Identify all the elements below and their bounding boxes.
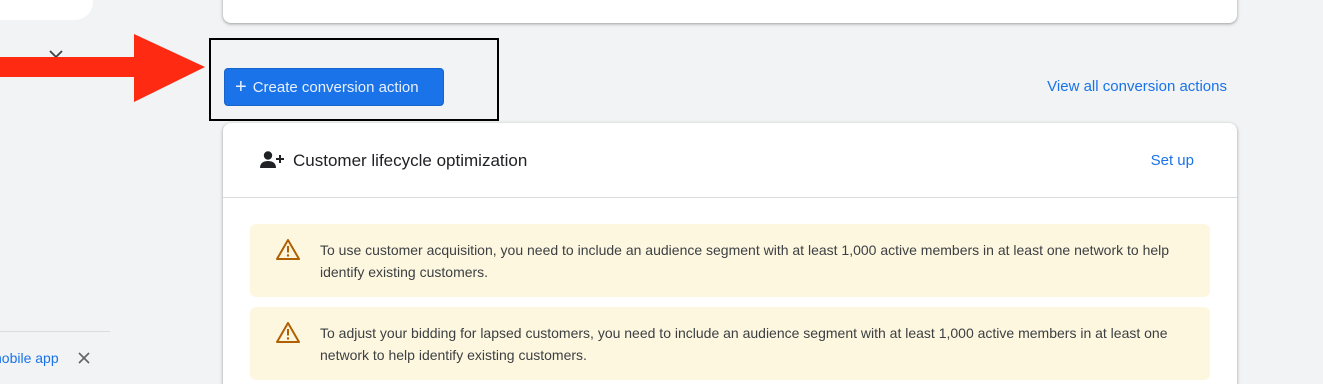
mobile-app-promo-link[interactable]: nobile app (0, 350, 59, 366)
warning-icon (276, 239, 300, 260)
set-up-link[interactable]: Set up (1151, 152, 1194, 169)
warning-text: To adjust your bidding for lapsed custom… (320, 325, 1168, 363)
create-conversion-action-label: Create conversion action (252, 78, 419, 96)
card-header: Customer lifecycle optimization Set up (223, 123, 1237, 198)
warning-text: To use customer acquisition, you need to… (320, 242, 1170, 280)
warning-icon (276, 322, 300, 343)
warning-banner: To use customer acquisition, you need to… (250, 224, 1210, 297)
warning-banner: To adjust your bidding for lapsed custom… (250, 307, 1210, 380)
card-title: Customer lifecycle optimization (293, 151, 528, 170)
view-all-conversion-actions-link[interactable]: View all conversion actions (1047, 78, 1227, 95)
top-card (223, 0, 1237, 23)
sidebar-divider (0, 331, 110, 332)
customer-lifecycle-card: Customer lifecycle optimization Set up T… (223, 123, 1237, 384)
sidebar-card (0, 0, 93, 20)
close-icon[interactable] (76, 350, 92, 366)
person-add-icon (260, 151, 284, 168)
annotation-arrow-icon (0, 34, 205, 102)
create-conversion-action-button[interactable]: + Create conversion action (224, 68, 444, 106)
plus-icon: + (235, 76, 247, 98)
